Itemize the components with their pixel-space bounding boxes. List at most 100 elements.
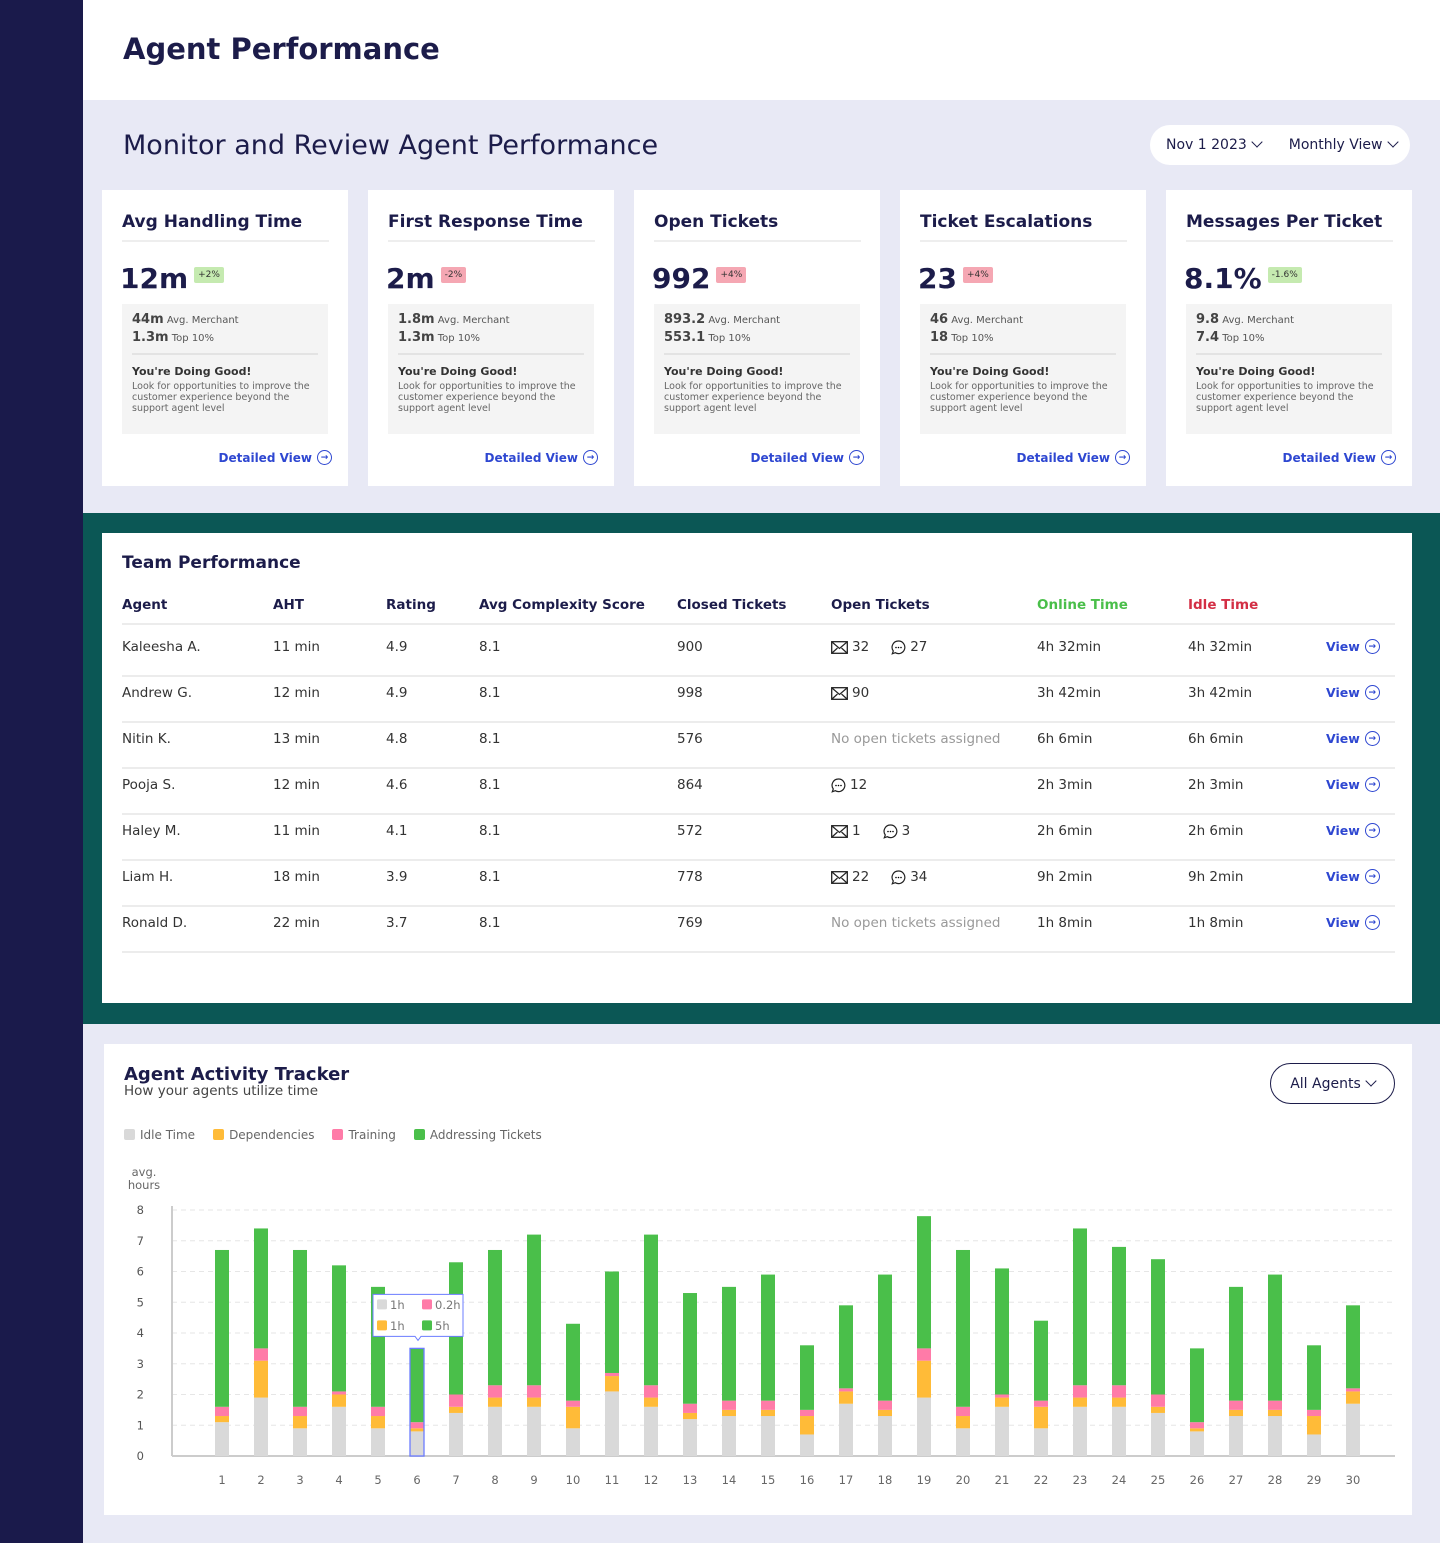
bar-day-27[interactable] (1229, 1286, 1243, 1456)
chat-count: 12 (850, 777, 868, 793)
bar-day-4[interactable] (332, 1265, 346, 1456)
detailed-view-link[interactable]: Detailed View → (1283, 450, 1396, 465)
bar-day-22[interactable] (1034, 1320, 1048, 1456)
column-header: Open Tickets (831, 597, 930, 613)
column-header: Online Time (1037, 597, 1128, 613)
bar-day-19[interactable] (917, 1216, 931, 1456)
bar-day-8[interactable] (488, 1249, 502, 1456)
view-link[interactable]: View → (1326, 639, 1380, 654)
tooltip-swatch (377, 1299, 387, 1310)
x-tick-label: 28 (1268, 1473, 1283, 1487)
metric-card: Open Tickets 992 +4% 893.2 Avg. Merchant … (634, 190, 880, 486)
no-tickets-text: No open tickets assigned (831, 915, 1001, 931)
x-tick-label: 13 (683, 1473, 698, 1487)
bar-day-20[interactable] (956, 1249, 970, 1456)
bar-day-3[interactable] (293, 1249, 307, 1456)
detailed-view-link[interactable]: Detailed View → (751, 450, 864, 465)
bar-day-9[interactable] (527, 1234, 541, 1456)
bar-segment-training (371, 1406, 385, 1417)
bar-segment-training (722, 1400, 736, 1410)
email-tickets: 1 (831, 823, 861, 839)
bar-segment-idle-time (644, 1406, 658, 1456)
view-link[interactable]: View → (1326, 685, 1380, 700)
bar-day-15[interactable] (761, 1274, 775, 1456)
bar-day-14[interactable] (722, 1286, 736, 1456)
email-count: 1 (852, 823, 861, 839)
cell-open-tickets: 90 (831, 685, 891, 701)
cell-complexity: 8.1 (479, 731, 501, 747)
cell-aht: 12 min (273, 685, 320, 701)
arrow-right-circle-icon: → (1364, 823, 1380, 838)
bar-segment-idle-time (1268, 1416, 1282, 1456)
bar-day-24[interactable] (1112, 1246, 1126, 1456)
bar-segment-addressing-tickets (761, 1274, 775, 1401)
detailed-view-link[interactable]: Detailed View → (1017, 450, 1130, 465)
bar-day-23[interactable] (1073, 1228, 1087, 1456)
status-message: You're Doing Good! (132, 365, 252, 378)
cell-open-tickets: 12 (831, 777, 889, 793)
top-value: 1.3m (132, 330, 169, 345)
detailed-view-link[interactable]: Detailed View → (485, 450, 598, 465)
x-tick-label: 20 (956, 1473, 971, 1487)
cell-open-tickets: No open tickets assigned (831, 915, 1000, 931)
avg-label: Avg. Merchant (708, 315, 781, 326)
bar-day-28[interactable] (1268, 1274, 1282, 1456)
view-link[interactable]: View → (1326, 731, 1380, 746)
bar-segment-idle-time (917, 1397, 931, 1456)
view-link[interactable]: View → (1326, 915, 1380, 930)
x-tick-label: 16 (800, 1473, 815, 1487)
bar-day-2[interactable] (254, 1228, 268, 1456)
status-description: Look for opportunities to improve the cu… (398, 381, 576, 414)
bar-day-12[interactable] (644, 1234, 658, 1456)
filters: Nov 1 2023 Monthly View (1150, 125, 1410, 165)
bar-segment-dependencies (488, 1397, 502, 1407)
detailed-view-link[interactable]: Detailed View → (219, 450, 332, 465)
bar-segment-idle-time (1073, 1406, 1087, 1456)
bar-day-10[interactable] (566, 1323, 580, 1456)
chat-bubble-icon (891, 869, 906, 885)
view-label: View (1326, 869, 1360, 884)
bar-day-11[interactable] (605, 1271, 619, 1457)
bar-day-21[interactable] (995, 1268, 1009, 1456)
chart-tooltip: 1h 0.2h 1h 5h (372, 1293, 464, 1342)
bar-segment-dependencies (1229, 1409, 1243, 1417)
bar-day-16[interactable] (800, 1345, 814, 1456)
bar-segment-addressing-tickets (605, 1271, 619, 1373)
bar-segment-idle-time (839, 1403, 853, 1456)
bar-segment-addressing-tickets (683, 1293, 697, 1404)
cell-agent: Kaleesha A. (122, 639, 201, 655)
view-link[interactable]: View → (1326, 869, 1380, 884)
cell-rating: 3.7 (386, 915, 408, 931)
bar-day-1[interactable] (215, 1249, 229, 1456)
x-tick-label: 17 (839, 1473, 854, 1487)
cell-rating: 4.8 (386, 731, 408, 747)
metric-card: Messages Per Ticket 8.1% -1.6% 9.8 Avg. M… (1166, 190, 1412, 486)
cell-complexity: 8.1 (479, 869, 501, 885)
bar-day-17[interactable] (839, 1305, 853, 1456)
bar-day-18[interactable] (878, 1274, 892, 1456)
value-text: 992 (652, 262, 711, 295)
view-label: View (1326, 731, 1360, 746)
view-dropdown[interactable]: Monthly View (1289, 136, 1399, 153)
bar-day-6[interactable] (409, 1347, 425, 1457)
top-value: 7.4 (1196, 330, 1220, 345)
bar-segment-dependencies (1190, 1428, 1204, 1432)
bar-day-7[interactable] (449, 1262, 463, 1456)
cell-rating: 4.9 (386, 639, 408, 655)
arrow-right-circle-icon: → (1364, 777, 1380, 792)
bar-segment-dependencies (1346, 1391, 1360, 1404)
bar-day-26[interactable] (1190, 1348, 1204, 1456)
bar-segment-training (215, 1406, 229, 1417)
bar-day-25[interactable] (1151, 1259, 1165, 1456)
bar-day-13[interactable] (683, 1293, 697, 1456)
bar-day-29[interactable] (1307, 1345, 1321, 1456)
view-link[interactable]: View → (1326, 777, 1380, 792)
date-dropdown[interactable]: Nov 1 2023 (1166, 136, 1263, 153)
view-link[interactable]: View → (1326, 823, 1380, 838)
bar-day-30[interactable] (1346, 1305, 1360, 1456)
bar-segment-addressing-tickets (215, 1249, 229, 1407)
bar-segment-training (1346, 1388, 1360, 1392)
bar-segment-dependencies (839, 1391, 853, 1404)
tooltip-value: 0.2h (435, 1298, 461, 1312)
cell-aht: 11 min (273, 639, 320, 655)
